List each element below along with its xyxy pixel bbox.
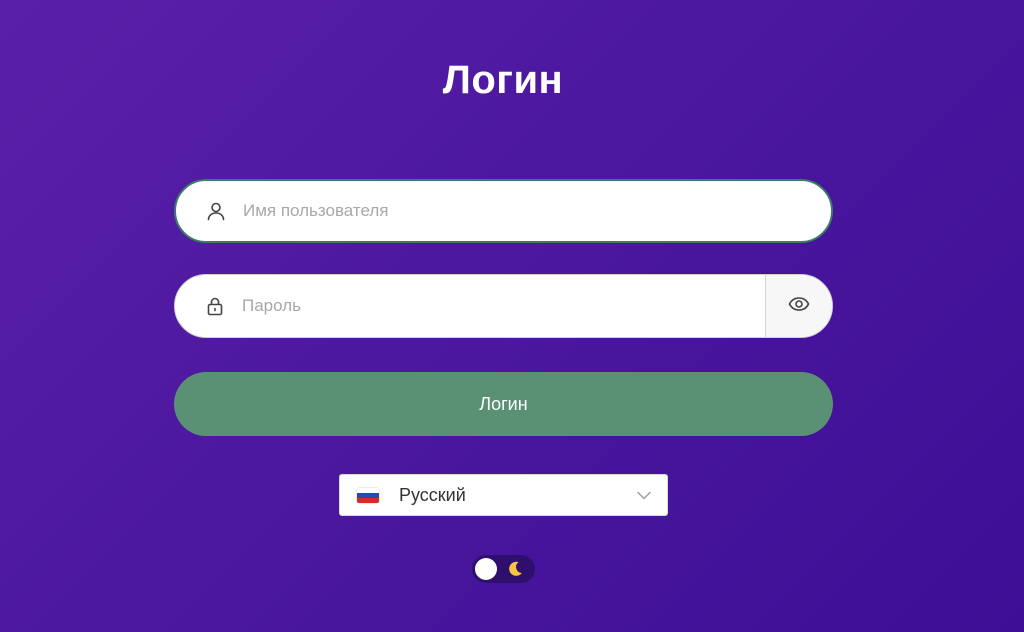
- toggle-knob: [475, 558, 497, 580]
- username-input[interactable]: [243, 181, 831, 241]
- username-field[interactable]: [174, 179, 833, 243]
- show-password-button[interactable]: [765, 275, 832, 337]
- russia-flag-icon: [357, 487, 379, 503]
- language-label: Русский: [399, 484, 466, 505]
- password-field[interactable]: [174, 274, 833, 338]
- theme-toggle[interactable]: [472, 555, 535, 583]
- lock-icon: [204, 295, 226, 317]
- language-select[interactable]: Русский: [339, 474, 668, 516]
- user-icon: [205, 200, 227, 222]
- password-input[interactable]: [242, 275, 765, 337]
- eye-icon: [788, 296, 810, 317]
- page-title: Логин: [442, 58, 564, 102]
- moon-icon: [505, 559, 525, 579]
- login-button[interactable]: Логин: [174, 372, 833, 436]
- chevron-down-icon: [637, 491, 651, 500]
